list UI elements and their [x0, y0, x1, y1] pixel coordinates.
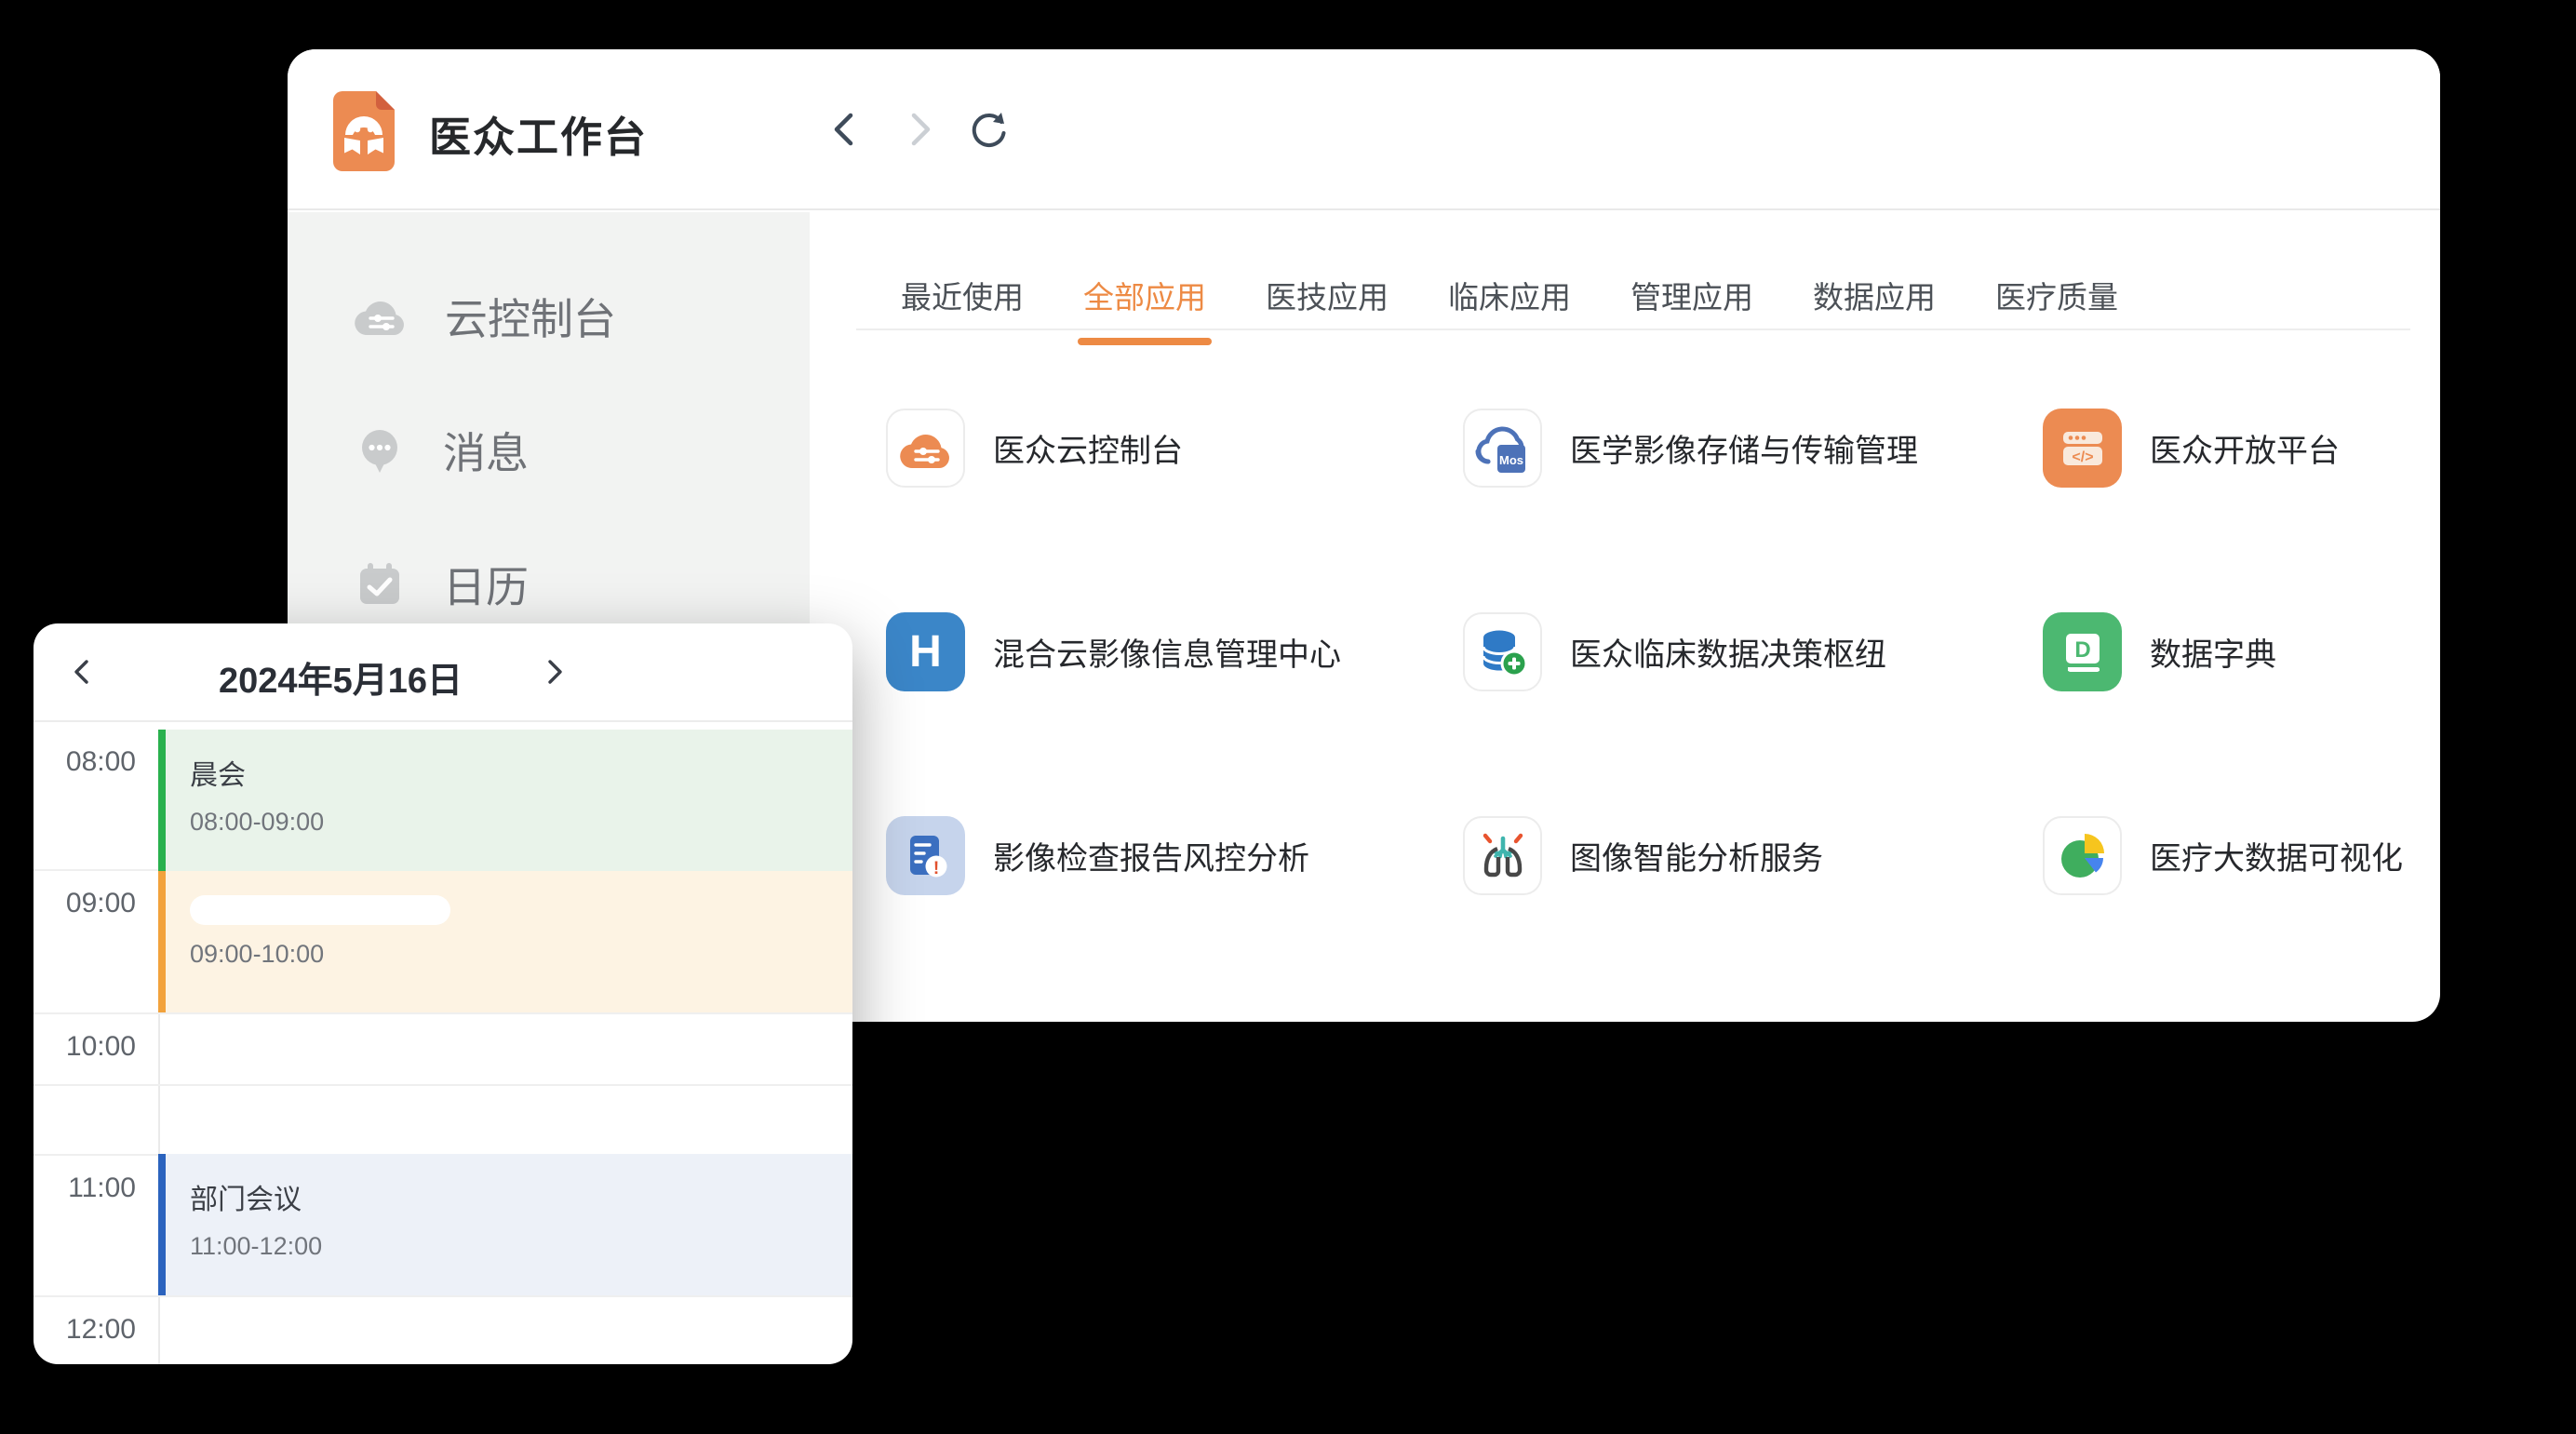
tab-data-apps[interactable]: 数据应用	[1813, 273, 1936, 342]
event-title-placeholder	[190, 895, 450, 925]
tab-all-apps[interactable]: 全部应用	[1083, 273, 1206, 342]
calendar-header: 2024年5月16日	[34, 623, 852, 722]
database-plus-icon	[1463, 612, 1542, 691]
calendar-date-title: 2024年5月16日	[145, 651, 536, 703]
event-time: 08:00-09:00	[190, 808, 852, 837]
calendar-body: 08:00 09:00 10:00 11:00 12:00 晨会 08:00-0…	[34, 722, 852, 1364]
app-label: 医众开放平台	[2150, 425, 2340, 471]
app-title: 医众工作台	[429, 103, 648, 164]
event-title: 晨会	[190, 752, 852, 793]
event-time: 11:00-12:00	[190, 1232, 852, 1261]
cloud-storage-mos-icon: Mos	[1463, 409, 1542, 488]
time-label: 09:00	[34, 871, 136, 919]
svg-text:</>: </>	[2072, 449, 2093, 465]
calendar-next-button[interactable]	[536, 653, 573, 690]
app-image-storage[interactable]: Mos 医学影像存储与传输管理	[1463, 409, 2043, 612]
sidebar-item-cloud-console[interactable]: 云控制台	[288, 279, 810, 354]
event-redacted[interactable]: 09:00-10:00	[158, 871, 852, 1012]
sidebar-item-calendar[interactable]: 日历	[288, 547, 810, 622]
chevron-left-icon	[67, 655, 97, 689]
app-logo-icon	[333, 91, 395, 171]
time-slot[interactable]	[158, 1297, 852, 1364]
app-label: 医众云控制台	[993, 425, 1183, 471]
app-label: 数据字典	[2150, 629, 2276, 675]
back-chevron-icon	[826, 108, 862, 151]
app-image-ai-analysis[interactable]: 图像智能分析服务	[1463, 816, 2043, 1020]
event-morning-meeting[interactable]: 晨会 08:00-09:00	[158, 730, 852, 871]
time-label: 08:00	[34, 730, 136, 778]
lungs-icon	[1463, 816, 1542, 895]
svg-text:D: D	[2074, 637, 2090, 663]
app-cloud-console[interactable]: 医众云控制台	[886, 409, 1463, 612]
app-grid: 医众云控制台 Mos 医学影像存储与传输管理	[886, 409, 2403, 1020]
calendar-row-1000: 10:00	[34, 1012, 852, 1154]
h-letter-icon: H	[886, 612, 965, 691]
calendar-icon	[354, 558, 406, 610]
tab-recent[interactable]: 最近使用	[901, 273, 1024, 342]
event-department-meeting[interactable]: 部门会议 11:00-12:00	[158, 1154, 852, 1295]
calendar-window: 2024年5月16日 08:00 09:00 10:00 11:00 12:00	[34, 623, 852, 1364]
chevron-right-icon	[540, 655, 570, 689]
svg-text:!: !	[932, 859, 938, 878]
tab-clinical-apps[interactable]: 临床应用	[1448, 273, 1571, 342]
forward-button[interactable]	[898, 107, 943, 152]
cloud-console-icon	[354, 296, 408, 337]
calendar-row-1200: 12:00	[34, 1295, 852, 1364]
app-open-platform[interactable]: </> 医众开放平台	[2043, 409, 2403, 612]
time-label: 11:00	[34, 1156, 136, 1204]
tab-medtech-apps[interactable]: 医技应用	[1266, 273, 1389, 342]
refresh-icon	[967, 107, 1012, 152]
dictionary-book-icon: D	[2043, 612, 2122, 691]
app-report-risk-analysis[interactable]: ! 影像检查报告风控分析	[886, 816, 1463, 1020]
time-slot[interactable]	[158, 1014, 852, 1154]
app-label: 医学影像存储与传输管理	[1570, 425, 1918, 471]
tab-admin-apps[interactable]: 管理应用	[1630, 273, 1753, 342]
code-window-icon: </>	[2043, 409, 2122, 488]
event-title: 部门会议	[190, 1176, 852, 1217]
sidebar-item-label: 云控制台	[445, 286, 616, 347]
back-button[interactable]	[822, 107, 866, 152]
app-data-dictionary[interactable]: D 数据字典	[2043, 612, 2403, 816]
message-icon	[354, 424, 406, 476]
refresh-button[interactable]	[967, 107, 1012, 152]
sidebar-item-label: 消息	[443, 420, 529, 481]
app-clinical-data-hub[interactable]: 医众临床数据决策枢纽	[1463, 612, 2043, 816]
event-time: 09:00-10:00	[190, 940, 852, 969]
app-label: 混合云影像信息管理中心	[993, 629, 1341, 675]
svg-text:Mos: Mos	[1499, 453, 1523, 467]
sidebar-item-label: 日历	[443, 554, 529, 615]
app-label: 医疗大数据可视化	[2150, 833, 2403, 878]
time-label: 12:00	[34, 1297, 136, 1346]
forward-chevron-icon	[903, 108, 938, 151]
time-label: 10:00	[34, 1014, 136, 1063]
window-header: 医众工作台	[288, 49, 2440, 210]
app-label: 图像智能分析服务	[1570, 833, 1823, 878]
pie-chart-icon	[2043, 816, 2122, 895]
calendar-prev-button[interactable]	[63, 653, 101, 690]
app-bigdata-visualization[interactable]: 医疗大数据可视化	[2043, 816, 2403, 1020]
app-label: 医众临床数据决策枢纽	[1570, 629, 1886, 675]
app-label: 影像检查报告风控分析	[993, 833, 1309, 878]
sidebar-item-messages[interactable]: 消息	[288, 413, 810, 488]
app-hybrid-cloud-imaging[interactable]: H 混合云影像信息管理中心	[886, 612, 1463, 816]
tab-quality[interactable]: 医疗质量	[1995, 273, 2118, 342]
tab-bar: 最近使用 全部应用 医技应用 临床应用 管理应用 数据应用 医疗质量	[810, 273, 2440, 330]
report-alert-icon: !	[886, 816, 965, 895]
cloud-sliders-icon	[886, 409, 965, 488]
